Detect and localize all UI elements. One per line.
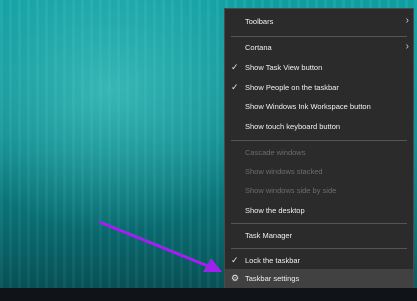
gear-icon: ⚙ xyxy=(231,273,240,283)
checkmark-icon: ✓ xyxy=(231,82,239,92)
menu-item-task-manager[interactable]: Task Manager xyxy=(225,226,413,245)
menu-item-label: Lock the taskbar xyxy=(245,256,301,265)
menu-item-label: Task Manager xyxy=(245,231,293,240)
checkmark-icon: ✓ xyxy=(231,255,239,265)
chevron-right-icon: › xyxy=(405,41,409,52)
menu-separator xyxy=(231,36,407,37)
taskbar[interactable] xyxy=(0,288,417,301)
menu-item-show-windows-ink-workspace[interactable]: Show Windows Ink Workspace button xyxy=(225,97,413,116)
chevron-right-icon: › xyxy=(405,15,409,26)
menu-item-label: Show Task View button xyxy=(245,63,323,72)
menu-separator xyxy=(231,248,407,249)
menu-item-cascade-windows: Cascade windows xyxy=(225,143,413,162)
menu-item-cortana[interactable]: Cortana › xyxy=(225,38,413,57)
menu-separator xyxy=(231,140,407,141)
menu-item-show-windows-side-by-side: Show windows side by side xyxy=(225,181,413,200)
menu-item-label: Cascade windows xyxy=(245,148,306,157)
menu-item-show-desktop[interactable]: Show the desktop xyxy=(225,201,413,220)
menu-item-label: Taskbar settings xyxy=(245,274,300,283)
checkmark-icon: ✓ xyxy=(231,62,239,72)
menu-item-label: Cortana xyxy=(245,43,272,52)
menu-item-label: Show windows stacked xyxy=(245,167,323,176)
menu-item-show-windows-stacked: Show windows stacked xyxy=(225,162,413,181)
menu-item-show-touch-keyboard[interactable]: Show touch keyboard button xyxy=(225,117,413,136)
taskbar-context-menu: Toolbars › Cortana › ✓ Show Task View bu… xyxy=(224,8,414,288)
menu-item-show-task-view-button[interactable]: ✓ Show Task View button xyxy=(225,58,413,77)
menu-separator xyxy=(231,223,407,224)
menu-item-lock-taskbar[interactable]: ✓ Lock the taskbar xyxy=(225,251,413,270)
menu-item-toolbars[interactable]: Toolbars › xyxy=(225,12,413,31)
menu-item-label: Show People on the taskbar xyxy=(245,83,339,92)
menu-item-label: Show the desktop xyxy=(245,206,305,215)
menu-item-label: Show Windows Ink Workspace button xyxy=(245,102,371,111)
menu-item-label: Show windows side by side xyxy=(245,186,337,195)
menu-item-show-people-on-taskbar[interactable]: ✓ Show People on the taskbar xyxy=(225,78,413,97)
menu-item-label: Toolbars xyxy=(245,17,274,26)
menu-item-taskbar-settings[interactable]: ⚙ Taskbar settings xyxy=(225,269,413,288)
menu-item-label: Show touch keyboard button xyxy=(245,122,341,131)
